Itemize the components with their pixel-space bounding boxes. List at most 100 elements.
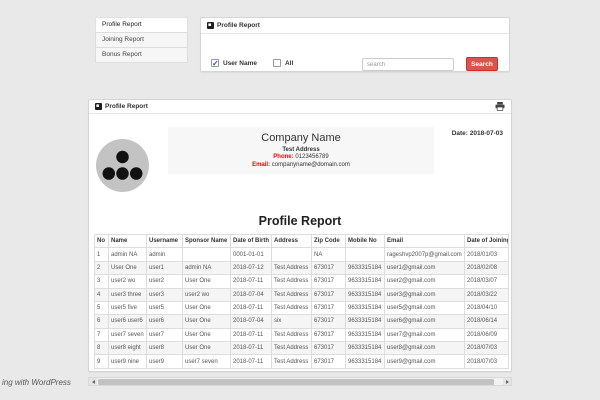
- table-row: 7user7 sevenuser7User One2018-07-11Test …: [95, 328, 509, 341]
- company-info-block: Company Name Test Address Phone: 0123456…: [168, 127, 434, 174]
- table-cell: 9633315184: [346, 275, 385, 288]
- report-sidebar: Profile Report Joining Report Bonus Repo…: [95, 18, 188, 63]
- column-header: Mobile No: [346, 235, 385, 248]
- print-button[interactable]: [495, 102, 505, 111]
- table-cell: 2: [95, 261, 109, 274]
- table-row: 2User Oneuser1admin NA2018-07-12Test Add…: [95, 261, 509, 274]
- table-cell: 1: [95, 248, 109, 261]
- table-cell: User One: [183, 315, 231, 328]
- table-cell: Test Address: [272, 261, 312, 274]
- left-triangle-icon: [92, 380, 95, 384]
- table-cell: user6: [147, 315, 183, 328]
- filter-panel: Profile Report User Name All Search: [200, 17, 510, 72]
- table-cell: user7@gmail.com: [385, 328, 465, 341]
- report-date: Date: 2018-07-03: [452, 130, 503, 137]
- search-button[interactable]: Search: [466, 57, 498, 71]
- table-cell: 673017: [312, 261, 346, 274]
- scrollbar-thumb[interactable]: [98, 379, 494, 385]
- column-header: Date of Birth: [231, 235, 272, 248]
- table-row: 6user6 user6user6User One2018-07-04six67…: [95, 315, 509, 328]
- table-cell: [272, 248, 312, 261]
- table-cell: user7 seven: [109, 328, 147, 341]
- table-cell: 9633315184: [346, 261, 385, 274]
- table-cell: six: [272, 315, 312, 328]
- company-phone-line: Phone: 0123456789: [168, 154, 434, 160]
- table-cell: 673017: [312, 301, 346, 314]
- all-checkbox[interactable]: [273, 59, 281, 67]
- table-cell: [183, 248, 231, 261]
- table-cell: Test Address: [272, 301, 312, 314]
- table-cell: user2 wo: [183, 288, 231, 301]
- table-cell: 2018-07-04: [231, 288, 272, 301]
- table-cell: user2@gmail.com: [385, 275, 465, 288]
- wordpress-footer-text: ing with WordPress: [2, 378, 71, 387]
- table-cell: 673017: [312, 275, 346, 288]
- table-cell: 2018-07-11: [231, 275, 272, 288]
- table-header-row: NoNameUsernameSponsor NameDate of BirthA…: [95, 235, 509, 248]
- scroll-left-arrow[interactable]: [89, 378, 97, 385]
- table-cell: 9633315184: [346, 301, 385, 314]
- table-cell: user3@gmail.com: [385, 288, 465, 301]
- table-cell: user3: [147, 288, 183, 301]
- table-cell: 9633315184: [346, 315, 385, 328]
- table-row: 3user2 wouser2User One2018-07-11Test Add…: [95, 275, 509, 288]
- table-cell: user5: [147, 301, 183, 314]
- table-cell: 2018/07/03: [465, 342, 509, 355]
- table-cell: user5 five: [109, 301, 147, 314]
- sidebar-item-joining-report[interactable]: Joining Report: [95, 32, 188, 48]
- table-cell: 7: [95, 328, 109, 341]
- table-cell: User One: [183, 301, 231, 314]
- all-checkbox-label: All: [285, 60, 293, 67]
- table-cell: 2018-07-11: [231, 301, 272, 314]
- table-cell: Test Address: [272, 355, 312, 368]
- table-cell: 2018-07-11: [231, 328, 272, 341]
- company-address: Test Address: [168, 147, 434, 153]
- column-header: Email: [385, 235, 465, 248]
- table-cell: 2018/03/22: [465, 288, 509, 301]
- table-cell: 2018/02/08: [465, 261, 509, 274]
- scroll-right-arrow[interactable]: [503, 378, 511, 385]
- report-heading: Profile Report: [89, 214, 511, 228]
- table-cell: Test Address: [272, 328, 312, 341]
- sidebar-item-bonus-report[interactable]: Bonus Report: [95, 47, 188, 63]
- table-cell: 2018/01/03: [465, 248, 509, 261]
- table-row: 5user5 fiveuser5User One2018-07-11Test A…: [95, 301, 509, 314]
- table-cell: 673017: [312, 288, 346, 301]
- table-cell: 9633315184: [346, 288, 385, 301]
- table-cell: 2018/06/09: [465, 328, 509, 341]
- table-cell: 4: [95, 288, 109, 301]
- table-cell: 673017: [312, 315, 346, 328]
- table-cell: User One: [109, 261, 147, 274]
- table-cell: 9633315184: [346, 328, 385, 341]
- table-cell: 673017: [312, 342, 346, 355]
- table-cell: user5@gmail.com: [385, 301, 465, 314]
- table-cell: Test Address: [272, 275, 312, 288]
- table-cell: 9633315184: [346, 355, 385, 368]
- table-cell: 2018/04/10: [465, 301, 509, 314]
- table-cell: user7 seven: [183, 355, 231, 368]
- table-cell: NA: [312, 248, 346, 261]
- phone-value: 0123456789: [295, 154, 328, 160]
- table-cell: 2018-07-12: [231, 261, 272, 274]
- horizontal-scrollbar[interactable]: [88, 377, 512, 386]
- profile-report-table: NoNameUsernameSponsor NameDate of BirthA…: [94, 234, 509, 369]
- report-icon: [207, 22, 214, 29]
- search-input[interactable]: [362, 58, 454, 71]
- table-cell: [346, 248, 385, 261]
- filter-panel-title: Profile Report: [217, 22, 260, 29]
- table-cell: 8: [95, 342, 109, 355]
- table-cell: user9: [147, 355, 183, 368]
- table-cell: rageshvp2007p@gmail.com: [385, 248, 465, 261]
- column-header: No: [95, 235, 109, 248]
- username-checkbox[interactable]: [211, 59, 219, 67]
- table-cell: admin NA: [183, 261, 231, 274]
- sidebar-item-profile-report[interactable]: Profile Report: [95, 17, 188, 33]
- report-panel-title: Profile Report: [105, 103, 148, 110]
- table-cell: User One: [183, 342, 231, 355]
- table-cell: 5: [95, 301, 109, 314]
- column-header: Name: [109, 235, 147, 248]
- table-cell: 0001-01-01: [231, 248, 272, 261]
- table-cell: user8: [147, 342, 183, 355]
- table-cell: user1@gmail.com: [385, 261, 465, 274]
- table-cell: 2018/07/03: [465, 355, 509, 368]
